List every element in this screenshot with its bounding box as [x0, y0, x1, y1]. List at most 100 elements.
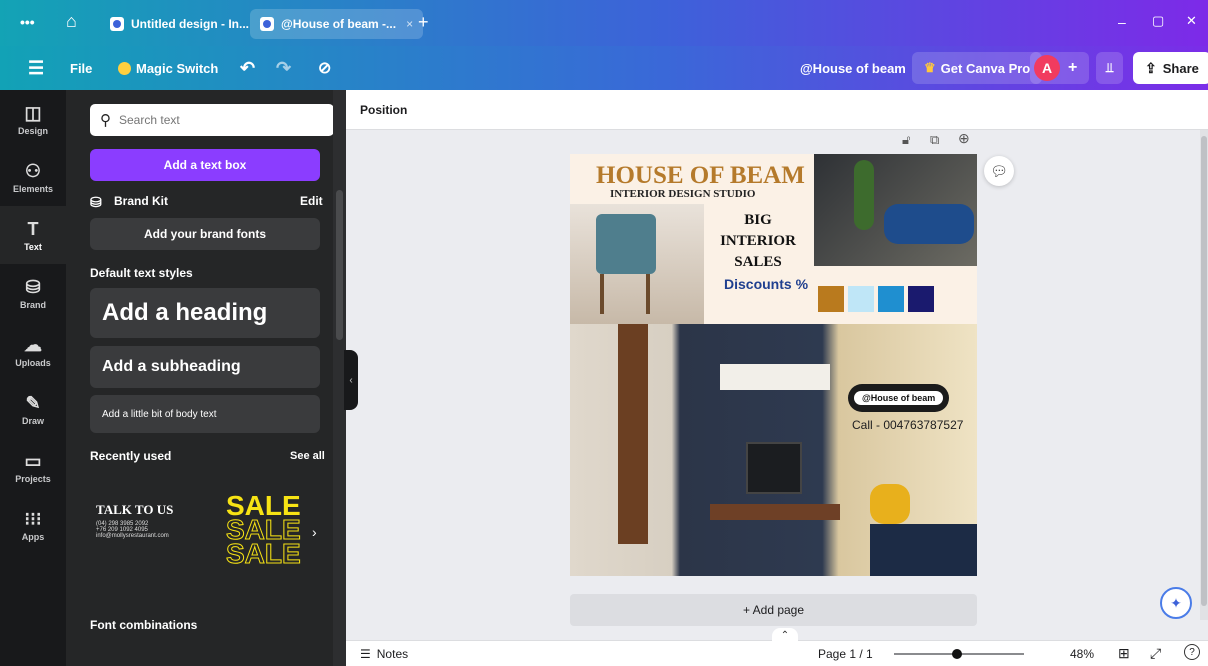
magic-assistant-button[interactable]: ✦	[1160, 587, 1192, 619]
rail-item-brand[interactable]: ⛁ Brand	[0, 264, 66, 322]
talk-title: TALK TO US	[96, 502, 174, 517]
get-canva-pro-button[interactable]: ♛ Get Canva Pro	[912, 52, 1043, 84]
zoom-slider[interactable]	[894, 649, 1024, 659]
insights-button[interactable]: ⫫	[1096, 52, 1124, 84]
default-text-styles-label: Default text styles	[90, 266, 193, 280]
tab-title: Untitled design - In...	[131, 17, 249, 31]
collapse-panel-button[interactable]: ‹	[344, 350, 358, 410]
hamburger-menu-icon[interactable]: ☰	[28, 46, 44, 90]
tab-title: @House of beam -...	[281, 17, 397, 31]
rail-item-text[interactable]: T Text	[0, 206, 66, 264]
home-icon[interactable]: ⌂	[66, 11, 77, 32]
text-panel: ⚲ Add a text box ⛁ Brand Kit Edit Add yo…	[66, 90, 346, 666]
magic-switch-icon	[118, 61, 131, 75]
close-window-button[interactable]: ✕	[1186, 13, 1197, 29]
brand-kit-icon: ⛁	[90, 194, 102, 210]
editor-footer: ☰ Notes Page 1 / 1 48% ⊞ ⤢ ?	[346, 640, 1208, 666]
color-swatch	[908, 286, 934, 312]
magic-switch-button[interactable]: Magic Switch	[118, 46, 218, 90]
close-icon[interactable]: ×	[406, 17, 413, 31]
big-line: SALES	[734, 254, 782, 270]
apps-icon: ⁝⁝⁝	[24, 508, 42, 529]
handle-badge[interactable]: @House of beam	[848, 384, 950, 412]
rail-item-label: Uploads	[15, 357, 51, 368]
elements-icon: ⚇	[24, 160, 42, 181]
rail-item-uploads[interactable]: ☁ Uploads	[0, 322, 66, 380]
fullscreen-icon[interactable]: ⤢	[1150, 645, 1161, 662]
search-box[interactable]: ⚲	[90, 104, 334, 136]
undo-icon[interactable]: ↶	[240, 46, 255, 90]
rail-item-label: Apps	[21, 531, 45, 542]
document-name[interactable]: @House of beam	[800, 46, 906, 90]
add-heading-button[interactable]: Add a heading	[90, 288, 320, 338]
design-subtitle[interactable]: INTERIOR DESIGN STUDIO	[610, 188, 755, 200]
handle-label: @House of beam	[854, 391, 944, 405]
design-page[interactable]: HOUSE OF BEAM INTERIOR DESIGN STUDIO BIG…	[570, 154, 977, 576]
share-button[interactable]: ⇪ Share	[1133, 52, 1208, 84]
rail-item-design[interactable]: ◫ Design	[0, 90, 66, 148]
new-tab-button[interactable]: +	[418, 12, 429, 33]
redo-icon[interactable]: ↷	[276, 46, 291, 90]
uploads-icon: ☁	[24, 334, 42, 355]
talk-line: info@mollysrestaurant.com	[96, 533, 169, 539]
help-icon[interactable]: ?	[1184, 644, 1200, 660]
avatar[interactable]: A	[1034, 55, 1060, 81]
cloud-sync-icon[interactable]: ⊘	[318, 46, 331, 90]
rail-item-draw[interactable]: ✎ Draw	[0, 380, 66, 438]
design-title[interactable]: HOUSE OF BEAM	[596, 162, 805, 190]
add-collaborator-icon[interactable]: +	[1068, 59, 1077, 77]
notes-button[interactable]: ☰ Notes	[360, 647, 408, 661]
tab-house-of-beam[interactable]: @House of beam -... ×	[250, 9, 424, 39]
chevron-right-icon[interactable]: ›	[312, 524, 317, 540]
color-swatch	[818, 286, 844, 312]
page-scroll-up-icon[interactable]: ⌃	[772, 628, 798, 642]
rail-item-elements[interactable]: ⚇ Elements	[0, 148, 66, 206]
lock-icon[interactable]: 🔓︎	[902, 132, 910, 148]
zoom-level[interactable]: 48%	[1070, 647, 1094, 661]
add-page-button[interactable]: + Add page	[570, 594, 977, 626]
see-all-link[interactable]: See all	[290, 450, 325, 462]
rail-item-apps[interactable]: ⁝⁝⁝ Apps	[0, 496, 66, 554]
canvas-vertical-scrollbar[interactable]	[1200, 130, 1208, 620]
grid-view-icon[interactable]: ⊞	[1118, 645, 1130, 662]
scroll-thumb[interactable]	[336, 190, 343, 340]
position-button[interactable]: Position	[360, 103, 407, 117]
file-menu[interactable]: File	[70, 46, 92, 90]
big-sales-text[interactable]: BIG INTERIOR SALES	[702, 210, 814, 273]
menu-icon[interactable]: •••	[20, 14, 35, 30]
draw-icon: ✎	[25, 392, 41, 413]
minimize-button[interactable]: –	[1118, 14, 1126, 30]
brand-kit-label: Brand Kit	[114, 194, 168, 208]
duplicate-icon[interactable]: ⧉	[930, 132, 939, 148]
talk-to-us-template[interactable]: TALK TO US (04) 298 3985 2092 +76 209 10…	[96, 502, 220, 562]
rail-item-projects[interactable]: ▭ Projects	[0, 438, 66, 496]
zoom-slider-handle[interactable]	[952, 649, 962, 659]
font-combinations-label: Font combinations	[90, 618, 198, 632]
page-indicator[interactable]: Page 1 / 1	[818, 647, 873, 661]
search-input[interactable]	[119, 113, 299, 127]
comment-button[interactable]: 💬︎	[984, 156, 1014, 186]
color-swatch	[878, 286, 904, 312]
add-subheading-button[interactable]: Add a subheading	[90, 346, 320, 388]
add-body-text-button[interactable]: Add a little bit of body text	[90, 395, 320, 433]
discounts-text[interactable]: Discounts %	[724, 276, 808, 292]
call-text[interactable]: Call - 004763787527	[852, 418, 963, 432]
sale-text: SALE	[226, 538, 301, 569]
editor-toolbar: ☰ File Magic Switch ↶ ↷ ⊘ @House of beam…	[0, 46, 1208, 90]
rail-item-label: Design	[17, 125, 48, 136]
avatar-group[interactable]: A +	[1030, 52, 1090, 84]
big-line: BIG	[744, 212, 772, 228]
add-brand-fonts-button[interactable]: Add your brand fonts	[90, 218, 320, 250]
sale-template[interactable]: SALE SALE SALE	[226, 494, 322, 574]
share-label: Share	[1162, 60, 1199, 76]
add-page-icon[interactable]: ⊕	[958, 130, 970, 147]
maximize-button[interactable]: ▢	[1152, 13, 1164, 29]
get-canva-pro-label: Get Canva Pro	[940, 60, 1031, 76]
big-line: INTERIOR	[720, 233, 796, 249]
design-icon: ◫	[24, 102, 42, 123]
text-icon: T	[27, 218, 39, 239]
edit-brand-kit-link[interactable]: Edit	[300, 194, 323, 208]
color-swatch	[848, 286, 874, 312]
add-text-box-button[interactable]: Add a text box	[90, 149, 320, 181]
canva-icon	[260, 17, 274, 31]
